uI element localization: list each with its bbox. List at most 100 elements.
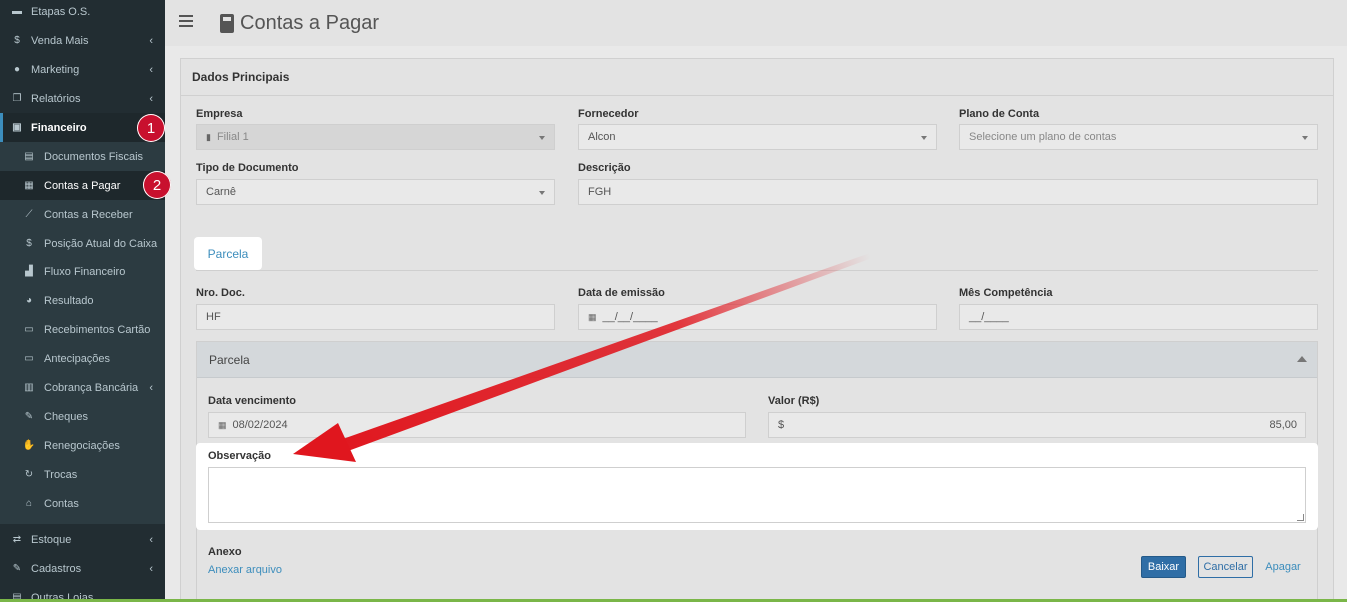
- data-emissao-input[interactable]: ▦ __/__/____: [578, 304, 937, 330]
- sidebar-item-label: Contas a Pagar: [44, 179, 121, 192]
- sidebar-item-label: Cheques: [44, 410, 89, 423]
- data-vencimento-value: 08/02/2024: [232, 419, 288, 431]
- chevron-left-icon: ‹: [149, 92, 153, 105]
- sidebar-item-label: Contas a Receber: [44, 208, 133, 221]
- descricao-label: Descrição: [578, 162, 631, 174]
- step-badge-1: 1: [137, 114, 165, 142]
- line-chart-icon: ⟋: [25, 209, 33, 220]
- descricao-value: FGH: [588, 186, 612, 198]
- calendar-icon: ▦: [218, 419, 227, 430]
- sidebar-item-contas-a-receber[interactable]: ⟋ Contas a Receber: [0, 200, 165, 229]
- plano-label: Plano de Conta: [959, 108, 1040, 120]
- sidebar-item-label: Resultado: [44, 294, 94, 307]
- sidebar-item-label: Contas: [44, 497, 79, 510]
- sidebar-item-contas-a-pagar[interactable]: ▦ Contas a Pagar: [0, 171, 165, 200]
- pie-chart-icon: ◕: [25, 295, 33, 306]
- sidebar-item-renegociacoes[interactable]: ✋ Renegociações: [0, 431, 165, 460]
- handshake-icon: ✋: [22, 440, 36, 451]
- data-emissao-value: __/__/____: [602, 311, 658, 323]
- tab-parcela[interactable]: Parcela: [194, 237, 262, 270]
- sidebar-item-documentos-fiscais[interactable]: ▤ Documentos Fiscais: [0, 142, 165, 171]
- sidebar-item-label: Renegociações: [44, 439, 120, 452]
- nro-doc-input[interactable]: HF: [196, 304, 555, 330]
- chevron-left-icon: ‹: [149, 562, 153, 575]
- cancelar-button[interactable]: Cancelar: [1198, 556, 1253, 578]
- dollar-icon: $: [26, 238, 32, 249]
- baixar-button[interactable]: Baixar: [1141, 556, 1186, 578]
- mes-competencia-label: Mês Competência: [959, 287, 1053, 299]
- hamburger-menu-icon[interactable]: [179, 15, 193, 30]
- sidebar-item-trocas[interactable]: ↻ Trocas: [0, 460, 165, 489]
- anexo-label: Anexo: [208, 546, 242, 558]
- empresa-label: Empresa: [196, 108, 243, 120]
- sidebar-item-cheques[interactable]: ✎ Cheques: [0, 402, 165, 431]
- sidebar-item-label: Financeiro: [31, 121, 87, 134]
- sidebar-item-cobranca-bancaria[interactable]: ▥ Cobrança Bancária ‹: [0, 373, 165, 402]
- parcela-panel-header[interactable]: Parcela: [197, 342, 1317, 378]
- page-title-text: Contas a Pagar: [240, 12, 379, 34]
- sidebar-item-marketing[interactable]: ● Marketing ‹: [0, 55, 165, 84]
- data-vencimento-input[interactable]: ▦ 08/02/2024: [208, 412, 746, 438]
- apagar-button[interactable]: Apagar: [1262, 556, 1304, 578]
- step-badge-2: 2: [143, 171, 171, 199]
- sidebar-item-fluxo-financeiro[interactable]: ▟ Fluxo Financeiro: [0, 257, 165, 286]
- sidebar-item-label: Marketing: [31, 63, 80, 76]
- refresh-icon: ↻: [24, 469, 34, 480]
- plano-select[interactable]: Selecione um plano de contas: [959, 124, 1318, 150]
- bank-icon: ⌂: [25, 498, 33, 509]
- sidebar-item-label: Posição Atual do Caixa: [44, 237, 158, 250]
- valor-label: Valor (R$): [768, 395, 820, 407]
- chevron-left-icon: ‹: [149, 381, 153, 394]
- sidebar-item-label: Trocas: [44, 468, 78, 481]
- money-icon: ▣: [12, 122, 22, 133]
- sidebar-item-relatorios[interactable]: ❐ Relatórios ‹: [0, 84, 165, 113]
- barcode-icon: ▥: [24, 382, 34, 393]
- edit-icon: ✎: [24, 411, 34, 422]
- sidebar-item-estoque[interactable]: ⇄ Estoque ‹: [0, 525, 165, 554]
- chevron-down-icon: [1302, 136, 1308, 140]
- sidebar-item-antecipacoes[interactable]: ▭ Antecipações: [0, 344, 165, 373]
- sidebar-item-recebimentos-cartao[interactable]: ▭ Recebimentos Cartão: [0, 315, 165, 344]
- collapse-up-icon[interactable]: [1297, 356, 1307, 362]
- observacao-textarea[interactable]: [208, 467, 1306, 523]
- tipo-documento-select[interactable]: Carnê: [196, 179, 555, 205]
- sidebar-item-etapas-os[interactable]: ▬ Etapas O.S.: [0, 0, 165, 26]
- fornecedor-label: Fornecedor: [578, 108, 639, 120]
- comments-icon: ●: [13, 64, 21, 75]
- chevron-down-icon: [539, 136, 545, 140]
- list-icon: ▬: [12, 6, 22, 17]
- observacao-label: Observação: [208, 450, 271, 462]
- top-header: Contas a Pagar: [165, 0, 1347, 46]
- tipo-documento-label: Tipo de Documento: [196, 162, 299, 174]
- empresa-select[interactable]: ▮ Filial 1: [196, 124, 555, 150]
- sidebar-item-label: Relatórios: [31, 92, 81, 105]
- file-icon: ▤: [24, 151, 34, 162]
- fornecedor-select[interactable]: Alcon: [578, 124, 937, 150]
- sidebar-item-label: Estoque: [31, 533, 72, 546]
- sidebar-item-label: Fluxo Financeiro: [44, 265, 126, 278]
- anexar-arquivo-link[interactable]: Anexar arquivo: [208, 564, 282, 576]
- sidebar-item-posicao-caixa[interactable]: $ Posição Atual do Caixa: [0, 229, 165, 258]
- credit-card-icon: ▭: [24, 324, 34, 335]
- edit-icon: ✎: [12, 563, 22, 574]
- plano-placeholder: Selecione um plano de contas: [969, 131, 1117, 143]
- chevron-left-icon: ‹: [149, 63, 153, 76]
- copy-icon: ❐: [12, 93, 22, 104]
- sidebar-item-venda-mais[interactable]: $ Venda Mais ‹: [0, 26, 165, 55]
- descricao-input[interactable]: FGH: [578, 179, 1318, 205]
- resize-grip-icon[interactable]: [1297, 514, 1304, 521]
- sidebar-item-resultado[interactable]: ◕ Resultado: [0, 286, 165, 315]
- sidebar-item-label: Cobrança Bancária: [44, 381, 139, 394]
- chevron-left-icon: ‹: [149, 533, 153, 546]
- sidebar-item-contas[interactable]: ⌂ Contas: [0, 489, 165, 518]
- mes-competencia-value: __/____: [969, 311, 1009, 323]
- mes-competencia-input[interactable]: __/____: [959, 304, 1318, 330]
- data-vencimento-label: Data vencimento: [208, 395, 297, 407]
- sidebar-item-cadastros[interactable]: ✎ Cadastros ‹: [0, 554, 165, 583]
- sidebar-item-label: Cadastros: [31, 562, 82, 575]
- valor-input[interactable]: $ 85,00: [768, 412, 1306, 438]
- sidebar-item-label: Antecipações: [44, 352, 111, 365]
- calculator-icon: [220, 14, 234, 33]
- sidebar-item-label: Documentos Fiscais: [44, 150, 144, 163]
- currency-prefix: $: [778, 419, 785, 431]
